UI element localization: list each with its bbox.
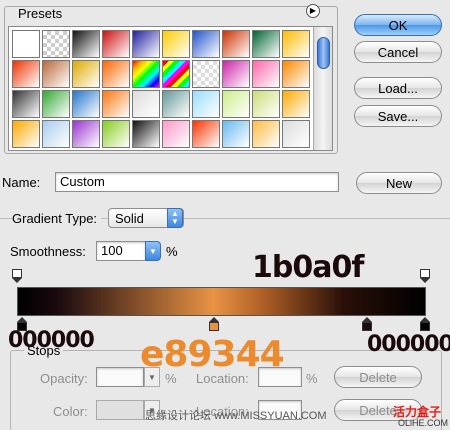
preset-swatch[interactable]: [162, 30, 190, 58]
preset-swatch[interactable]: [192, 90, 220, 118]
preset-swatch[interactable]: [72, 90, 100, 118]
load-button[interactable]: Load...: [354, 77, 442, 99]
preset-swatch[interactable]: [282, 90, 310, 118]
annotation-right-bottom: 000000: [367, 332, 450, 357]
preset-swatch[interactable]: [12, 30, 40, 58]
preset-swatch[interactable]: [282, 30, 310, 58]
preset-swatch[interactable]: [132, 30, 160, 58]
preset-swatch[interactable]: [282, 60, 310, 88]
preset-swatch[interactable]: [222, 90, 250, 118]
smoothness-label: Smoothness:: [10, 244, 86, 259]
color-label: Color:: [53, 404, 88, 419]
watermark-left: 思缘设计论坛 www.MISSYUAN.COM: [145, 407, 327, 423]
ok-button[interactable]: OK: [354, 14, 442, 36]
location-label: Location:: [196, 371, 249, 386]
preset-swatch[interactable]: [192, 120, 220, 148]
preset-swatch[interactable]: [12, 90, 40, 118]
preset-swatch[interactable]: [72, 60, 100, 88]
color-stop-right[interactable]: [420, 317, 430, 331]
watermark-brand-url: OLiHE.COM: [398, 418, 449, 428]
presets-scroll-thumb[interactable]: [317, 37, 330, 69]
preset-swatch[interactable]: [72, 30, 100, 58]
gradient-preview-bar[interactable]: [17, 287, 426, 316]
select-arrows-icon: ▲ ▼: [167, 208, 183, 228]
smoothness-unit: %: [166, 244, 178, 259]
preset-swatch[interactable]: [132, 120, 160, 148]
opacity-dropdown-icon[interactable]: ▼: [144, 367, 160, 387]
smoothness-dropdown-icon[interactable]: ▼: [145, 241, 161, 261]
location-field[interactable]: [258, 367, 302, 387]
watermark-left-text: 思缘设计论坛: [145, 410, 211, 422]
watermark-url: www.MISSYUAN.COM: [214, 410, 327, 422]
preset-swatch[interactable]: [12, 120, 40, 148]
smoothness-field[interactable]: 100: [96, 241, 146, 261]
preset-swatch[interactable]: [162, 90, 190, 118]
delete-opacity-button[interactable]: Delete: [334, 366, 422, 388]
annotation-top-right: 1b0a0f: [252, 250, 364, 285]
presets-scrollbar[interactable]: [313, 27, 332, 150]
preset-swatch[interactable]: [162, 60, 190, 88]
preset-swatch[interactable]: [252, 60, 280, 88]
opacity-unit: %: [165, 371, 177, 386]
preset-swatch[interactable]: [252, 90, 280, 118]
gradient-type-select[interactable]: Solid ▲ ▼: [108, 208, 184, 228]
color-stop-dark[interactable]: [362, 317, 372, 331]
preset-swatch[interactable]: [102, 60, 130, 88]
preset-swatch[interactable]: [222, 30, 250, 58]
presets-menu-arrow-icon[interactable]: ▶: [306, 4, 320, 18]
preset-swatch[interactable]: [102, 30, 130, 58]
preset-swatch[interactable]: [72, 120, 100, 148]
gradient-type-value: Solid: [115, 210, 144, 226]
presets-grid[interactable]: [8, 26, 333, 151]
preset-swatch[interactable]: [222, 60, 250, 88]
preset-swatch[interactable]: [162, 120, 190, 148]
preset-swatch[interactable]: [102, 120, 130, 148]
opacity-field[interactable]: [96, 367, 144, 387]
name-label: Name:: [2, 175, 41, 190]
new-button[interactable]: New: [356, 172, 442, 194]
opacity-label: Opacity:: [40, 371, 88, 386]
save-button[interactable]: Save...: [354, 105, 442, 127]
color-swatch-field[interactable]: [96, 400, 144, 420]
location-unit: %: [306, 371, 318, 386]
preset-swatch[interactable]: [42, 120, 70, 148]
preset-swatch[interactable]: [252, 30, 280, 58]
preset-swatch[interactable]: [282, 120, 310, 148]
annotation-left-bottom: 000000: [8, 328, 95, 353]
presets-label: Presets: [18, 6, 63, 21]
opacity-stop-right[interactable]: [420, 269, 430, 283]
gradient-type-label: Gradient Type:: [12, 211, 102, 226]
preset-swatch[interactable]: [192, 60, 220, 88]
preset-swatch[interactable]: [192, 30, 220, 58]
preset-swatch[interactable]: [42, 90, 70, 118]
preset-swatch[interactable]: [12, 60, 40, 88]
color-stop-mid[interactable]: [209, 317, 219, 331]
preset-swatch[interactable]: [42, 60, 70, 88]
preset-swatch[interactable]: [132, 90, 160, 118]
opacity-stop-left[interactable]: [12, 269, 22, 283]
cancel-button[interactable]: Cancel: [354, 41, 442, 63]
preset-swatch[interactable]: [132, 60, 160, 88]
preset-swatch[interactable]: [42, 30, 70, 58]
preset-swatch[interactable]: [102, 90, 130, 118]
name-field[interactable]: Custom: [55, 172, 339, 192]
preset-swatch[interactable]: [222, 120, 250, 148]
preset-swatch[interactable]: [252, 120, 280, 148]
